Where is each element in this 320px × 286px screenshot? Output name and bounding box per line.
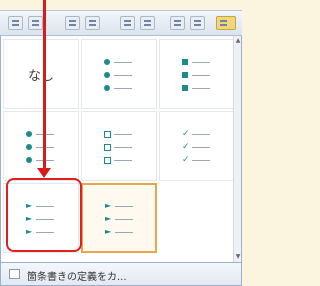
multilevel-list-button[interactable] (65, 16, 80, 30)
disc-bullet-icon (26, 144, 32, 150)
arrow-bullet-icon: ► (105, 201, 112, 210)
none-label: なし (27, 68, 54, 84)
bullet-option-disc[interactable] (81, 39, 157, 109)
annotation-highlight-box (6, 178, 82, 252)
numbering-button[interactable] (28, 16, 43, 30)
bullet-option-hollow-square[interactable] (81, 111, 157, 181)
disc-bullet-icon (104, 72, 110, 78)
annotation-arrow-head-icon (37, 168, 51, 178)
define-new-bullet-menu-item[interactable]: 箇条書きの定義をカ... (0, 262, 242, 286)
bullet-option-checkmark[interactable]: ✓ ✓ ✓ (159, 111, 235, 181)
hollow-square-bullet-icon (104, 131, 111, 138)
styles-button[interactable] (216, 16, 236, 30)
bullets-button[interactable] (8, 16, 23, 30)
arrow-bullet-icon: ► (105, 214, 112, 223)
ribbon-toolbar (0, 10, 242, 36)
square-bullet-icon (182, 59, 188, 65)
bullet-option-square[interactable] (159, 39, 235, 109)
scroll-down-icon[interactable]: ▼ (235, 254, 241, 260)
hollow-square-bullet-icon (104, 157, 111, 164)
define-new-bullet-label: 箇条書きの定義をカ... (27, 272, 127, 283)
checkmark-bullet-icon: ✓ (182, 142, 190, 152)
define-bullet-icon (9, 269, 20, 279)
checkmark-bullet-icon: ✓ (182, 155, 190, 165)
gallery-scrollbar[interactable]: ▲ ▼ (233, 36, 241, 262)
bullet-option-none[interactable]: なし (3, 39, 79, 109)
square-bullet-icon (182, 85, 188, 91)
checkmark-bullet-icon: ✓ (182, 129, 190, 139)
disc-bullet-icon (104, 59, 110, 65)
sort-button[interactable] (140, 16, 155, 30)
decrease-indent-button[interactable] (85, 16, 100, 30)
show-formatting-button[interactable] (170, 16, 185, 30)
scroll-up-icon[interactable]: ▲ (235, 38, 241, 44)
bullet-library-dropdown: なし ✓ ✓ ✓ ► ► ► ► ► ► ▲ ▼ 箇条書きの定義をカ... (0, 0, 242, 286)
arrow-bullet-icon: ► (105, 227, 112, 236)
hollow-square-bullet-icon (104, 144, 111, 151)
disc-bullet-icon (26, 157, 32, 163)
square-bullet-icon (182, 72, 188, 78)
annotation-arrow-line (43, 0, 46, 170)
disc-bullet-icon (26, 131, 32, 137)
bullet-option-arrow-hovered[interactable]: ► ► ► (81, 183, 157, 253)
increase-indent-button[interactable] (120, 16, 135, 30)
disc-bullet-icon (104, 85, 110, 91)
align-button[interactable] (190, 16, 205, 30)
